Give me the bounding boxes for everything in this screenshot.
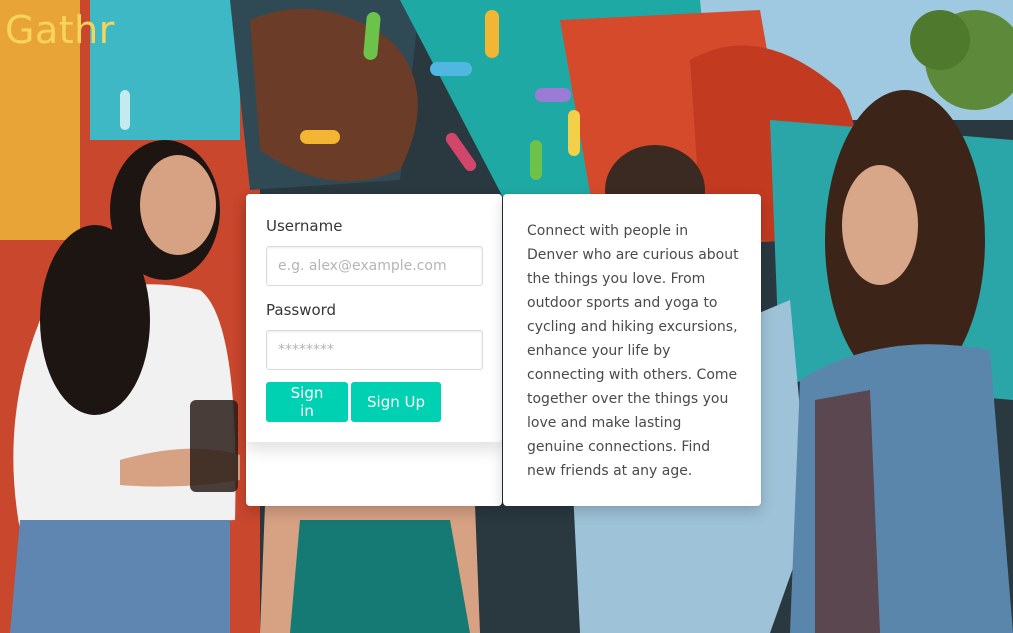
username-label: Username [266, 217, 343, 235]
login-page: Gathr Username Password Sign in Sign Up … [0, 0, 1013, 633]
sign-in-button[interactable]: Sign in [266, 382, 348, 422]
gathr-logo[interactable]: Gathr [5, 4, 115, 56]
community-description: Connect with people in Denver who are cu… [527, 223, 739, 479]
sign-up-button[interactable]: Sign Up [351, 382, 441, 422]
login-panel: Username Password Sign in Sign Up [246, 194, 502, 506]
auth-card: Username Password Sign in Sign Up Connec… [246, 194, 761, 506]
password-input[interactable] [266, 330, 483, 370]
username-input[interactable] [266, 246, 483, 286]
login-form: Username Password Sign in Sign Up [246, 194, 502, 442]
info-panel: Connect with people in Denver who are cu… [503, 194, 761, 506]
password-label: Password [266, 301, 337, 319]
